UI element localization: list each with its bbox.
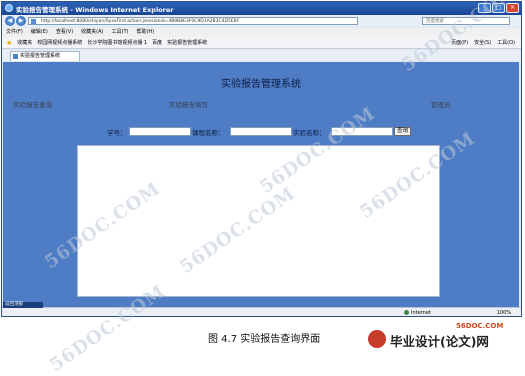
- address-bar[interactable]: http://localhost:8080/shiyan/SyxxFind.ac…: [28, 17, 358, 25]
- nav-fill-report[interactable]: 实验报告填写: [169, 99, 208, 109]
- address-row: ◀ ▶ http://localhost:8080/shiyan/SyxxFin…: [2, 15, 521, 27]
- query-form: 学号： 课程名称： 实验名称： 查询: [3, 127, 519, 137]
- favorites-bar: ★ 收藏夹 校园网视频点播系统 长沙学院图书馆视频点播 1 百度 实验报告管理系…: [2, 37, 521, 49]
- experiment-label: 实验名称：: [293, 129, 326, 137]
- figure-caption: 图 4.7 实验报告查询界面: [208, 334, 321, 345]
- zone-indicator: Internet: [404, 308, 431, 316]
- tab-row: 实验报告管理系统: [2, 50, 521, 61]
- menu-tools[interactable]: 工具(T): [112, 28, 129, 37]
- nav-links: 实验报告查询 实验报告填写 管理员: [3, 99, 519, 109]
- tools-menu[interactable]: 工具(O): [497, 39, 515, 46]
- query-button[interactable]: 查询: [394, 127, 411, 136]
- logo-site: 56DOC.COM: [456, 322, 504, 330]
- minimize-button[interactable]: _: [478, 3, 491, 13]
- system-title: 实验报告管理系统: [221, 79, 301, 90]
- site-logo: 56DOC.COM 毕业设计(论文)网: [366, 322, 521, 352]
- browser-window: 实验报告管理系统 - Windows Internet Explorer _ □…: [1, 1, 522, 317]
- zone-text: Internet: [411, 310, 431, 316]
- command-bar: 页面(P) 安全(S) 工具(O): [451, 39, 515, 46]
- globe-icon: [404, 310, 409, 315]
- favorite-link[interactable]: 校园网视频点播系统: [37, 39, 82, 46]
- zoom-level[interactable]: 100%: [497, 308, 511, 316]
- nav-query-report[interactable]: 实验报告查询: [13, 99, 52, 109]
- tab-label: 实验报告管理系统: [20, 53, 61, 59]
- back-icon[interactable]: ◀: [5, 16, 15, 26]
- favorite-link[interactable]: 实验报告管理系统: [167, 39, 207, 46]
- back-to-top-link[interactable]: 返回顶部: [3, 302, 43, 308]
- page-icon: [31, 19, 36, 24]
- search-input[interactable]: 百度搜索: [422, 17, 510, 25]
- experiment-input[interactable]: [331, 127, 393, 136]
- maximize-button[interactable]: □: [492, 3, 505, 13]
- close-button[interactable]: ×: [506, 3, 519, 13]
- address-text: http://localhost:8080/shiyan/SyxxFind.ac…: [41, 19, 240, 24]
- menu-edit[interactable]: 编辑(E): [31, 28, 48, 37]
- page-icon: [13, 54, 18, 59]
- star-icon: ★: [6, 38, 13, 47]
- course-label: 课程名称：: [192, 129, 225, 137]
- title-bar: 实验报告管理系统 - Windows Internet Explorer _ □…: [2, 2, 521, 15]
- nav-admin[interactable]: 管理员: [431, 99, 451, 109]
- menu-file[interactable]: 文件(F): [6, 28, 23, 37]
- status-bar: Internet 100%: [2, 307, 521, 316]
- result-area: [77, 145, 440, 297]
- course-input[interactable]: [230, 127, 292, 136]
- student-id-input[interactable]: [129, 127, 191, 136]
- menu-bar: 文件(F) 编辑(E) 查看(V) 收藏夹(A) 工具(T) 帮助(H): [2, 28, 521, 37]
- window-title: 实验报告管理系统 - Windows Internet Explorer: [16, 6, 174, 14]
- tab-current[interactable]: 实验报告管理系统: [10, 51, 80, 61]
- menu-view[interactable]: 查看(V): [56, 28, 73, 37]
- favorite-link[interactable]: 长沙学院图书馆视频点播 1: [87, 39, 147, 46]
- favorite-link[interactable]: 百度: [152, 39, 162, 46]
- menu-help[interactable]: 帮助(H): [136, 28, 154, 37]
- logo-text: 毕业设计(论文)网: [390, 334, 489, 349]
- logo-badge-icon: [368, 330, 386, 348]
- ie-icon: [5, 4, 13, 12]
- page-menu[interactable]: 页面(P): [451, 39, 468, 46]
- forward-icon[interactable]: ▶: [16, 16, 26, 26]
- menu-favorites[interactable]: 收藏夹(A): [81, 28, 103, 37]
- page-content: 实验报告管理系统 实验报告查询 实验报告填写 管理员 学号： 课程名称： 实验名…: [3, 62, 519, 309]
- safety-menu[interactable]: 安全(S): [474, 39, 491, 46]
- student-id-label: 学号：: [107, 129, 127, 137]
- favorites-button[interactable]: 收藏夹: [17, 39, 32, 46]
